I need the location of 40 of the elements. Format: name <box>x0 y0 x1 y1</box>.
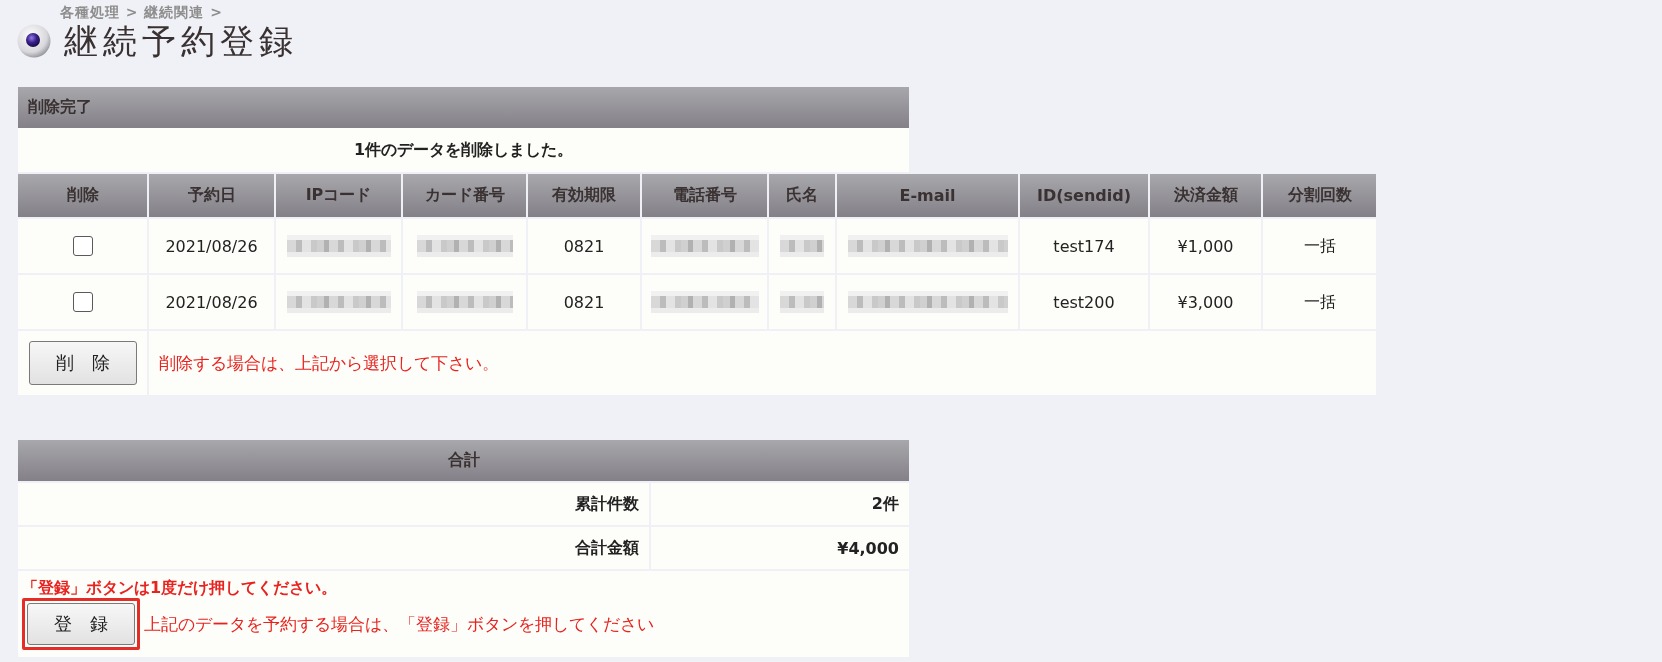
panel-header: 削除完了 <box>18 87 909 128</box>
table-cell: ¥3,000 <box>1150 275 1261 329</box>
delete-hint: 削除する場合は、上記から選択して下さい。 <box>159 351 499 375</box>
column-header: 決済金額 <box>1150 174 1261 217</box>
summary-label: 累計件数 <box>18 483 649 525</box>
column-header: 予約日 <box>149 174 274 217</box>
column-header: 氏名 <box>769 174 835 217</box>
panel-header: 合計 <box>18 440 909 481</box>
table-cell: ¥1,000 <box>1150 219 1261 273</box>
column-header: 電話番号 <box>642 174 767 217</box>
register-button[interactable]: 登 録 <box>27 603 135 645</box>
summary-value: ¥4,000 <box>651 527 909 569</box>
column-header: E-mail <box>837 174 1018 217</box>
column-header: カード番号 <box>403 174 526 217</box>
summary-value: 2件 <box>651 483 909 525</box>
table-cell: 2021/08/26 <box>149 275 274 329</box>
column-header: IPコード <box>276 174 401 217</box>
summary-label: 合計金額 <box>18 527 649 569</box>
status-message: 1件のデータを削除しました。 <box>18 128 909 172</box>
column-header: ID(sendid) <box>1020 174 1148 217</box>
column-header: 削除 <box>18 174 147 217</box>
table-cell: 一括 <box>1263 275 1376 329</box>
pixelated-redaction <box>780 291 824 313</box>
delete-button[interactable]: 削 除 <box>28 341 137 385</box>
table-cell: 2021/08/26 <box>149 219 274 273</box>
row-checkbox[interactable] <box>72 292 93 312</box>
bullet-icon <box>17 24 51 58</box>
register-hint: 上記のデータを予約する場合は、「登録」ボタンを押してください <box>144 612 654 636</box>
column-header: 有効期限 <box>528 174 640 217</box>
table-cell: test174 <box>1020 219 1148 273</box>
row-checkbox[interactable] <box>72 236 93 256</box>
table-cell: 一括 <box>1263 219 1376 273</box>
pixelated-redaction <box>780 235 824 257</box>
table-cell: 0821 <box>528 219 640 273</box>
warning-text: 「登録」ボタンは1度だけ押してください。 <box>22 579 338 597</box>
breadcrumb: 各種処理 > 継続関連 > <box>60 3 225 21</box>
table-cell: test200 <box>1020 275 1148 329</box>
column-header: 分割回数 <box>1263 174 1376 217</box>
page-title: 継続予約登録 <box>64 21 298 61</box>
table-cell: 0821 <box>528 275 640 329</box>
